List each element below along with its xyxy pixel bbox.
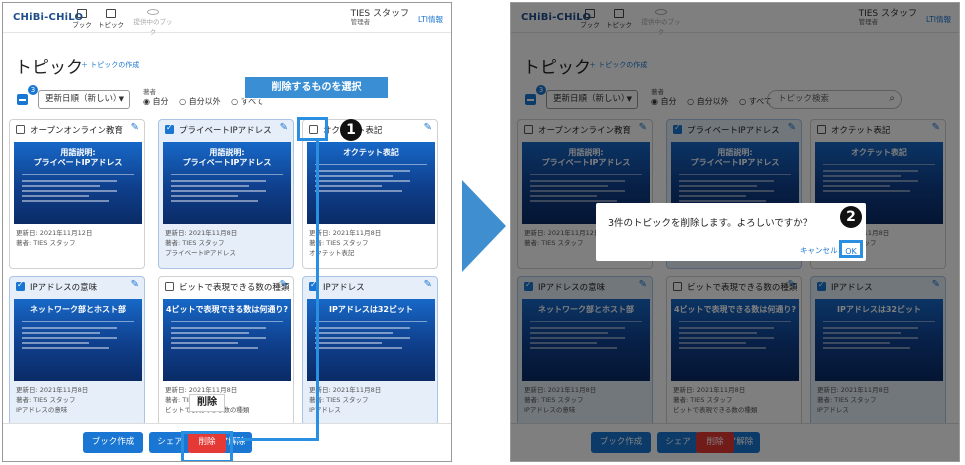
delete-callout: 削除 bbox=[189, 394, 225, 412]
card-updated: 更新日: 2021年11月8日 bbox=[165, 229, 238, 237]
radio-mine[interactable]: ◉ 自分 bbox=[143, 97, 173, 106]
radio-others[interactable]: ○ 自分以外 bbox=[179, 97, 225, 106]
confirm-dialog: 3件のトピックを削除します。よろしいですか？ キャンセル OK bbox=[596, 203, 866, 261]
card-header: IPアドレスの意味 ✎ bbox=[10, 277, 144, 297]
create-topic-link[interactable]: ＋ トピックの作成 bbox=[81, 60, 139, 70]
create-book-button[interactable]: ブック作成 bbox=[83, 432, 143, 453]
ok-button[interactable]: OK bbox=[839, 240, 863, 258]
topic-list-screen: CHiBi-CHiLO ブック トピック 提供中のブック TIES スタッフ 管理… bbox=[2, 2, 452, 462]
card-header: IPアドレス ✎ bbox=[303, 277, 437, 297]
thumbnail-title: オクテット表記 bbox=[343, 148, 399, 157]
card-updated: 更新日: 2021年11月8日 bbox=[309, 386, 382, 394]
card-checkbox[interactable] bbox=[165, 282, 174, 291]
card-subtitle: プライベートIPアドレス bbox=[165, 249, 236, 257]
card-author: 著者: TIES スタッフ bbox=[309, 239, 369, 247]
card-subtitle: オクテット表記 bbox=[309, 249, 355, 257]
step-1-marker: 1 bbox=[340, 119, 362, 141]
card-title: プライベートIPアドレス bbox=[179, 126, 272, 136]
card-author: 著者: TIES スタッフ bbox=[309, 396, 369, 404]
caret-down-icon: ▼ bbox=[118, 95, 124, 103]
card-updated: 更新日: 2021年11月8日 bbox=[16, 386, 89, 394]
app-header: CHiBi-CHiLO ブック トピック 提供中のブック TIES スタッフ管理… bbox=[3, 3, 451, 36]
select-all-checkbox[interactable] bbox=[17, 94, 28, 105]
delete-confirm-screen: CHiBi-CHiLO ブック トピック 提供中のブック TIES スタッフ管理… bbox=[510, 2, 960, 462]
thumbnail-lines bbox=[22, 321, 134, 349]
thumbnail-title: 4ビットで表現できる数は何通り? bbox=[165, 305, 289, 314]
topic-icon bbox=[106, 9, 116, 18]
card-title: IPアドレスの意味 bbox=[30, 283, 98, 293]
card-meta: 更新日: 2021年11月12日著者: TIES スタッフ bbox=[16, 228, 92, 248]
card-thumbnail: ネットワーク部とホスト部 bbox=[14, 299, 142, 381]
edit-pencil-icon[interactable]: ✎ bbox=[280, 279, 288, 290]
dialog-message: 3件のトピックを削除します。よろしいですか？ bbox=[608, 218, 813, 229]
topic-card[interactable]: ビットで表現できる数の種類✎4ビットで表現できる数は何通り?更新日: 2021年… bbox=[158, 276, 294, 426]
book-icon bbox=[77, 9, 87, 18]
delete-highlight bbox=[181, 431, 233, 461]
card-header: プライベートIPアドレス ✎ bbox=[159, 120, 293, 140]
card-author: 著者: TIES スタッフ bbox=[165, 239, 225, 247]
topic-card[interactable]: IPアドレス ✎ IPアドレスは32ビット更新日: 2021年11月8日著者: TI… bbox=[302, 276, 438, 426]
author-label: 著者 bbox=[143, 88, 156, 96]
edit-pencil-icon[interactable]: ✎ bbox=[131, 279, 139, 290]
card-header: オープンオンライン教育 ✎ bbox=[10, 120, 144, 140]
card-checkbox[interactable] bbox=[16, 125, 25, 134]
edit-pencil-icon[interactable]: ✎ bbox=[424, 122, 432, 133]
thumbnail-lines bbox=[22, 174, 134, 202]
card-meta: 更新日: 2021年11月8日著者: TIES スタッフ IPアドレス bbox=[309, 385, 381, 415]
thumbnail-title: IPアドレスは32ビット bbox=[329, 305, 413, 314]
topic-card[interactable]: オープンオンライン教育 ✎ 用語説明: プライベートIPアドレス更新日: 2021年… bbox=[9, 119, 145, 269]
card-author: 著者: TIES スタッフ bbox=[16, 239, 76, 247]
checkbox-highlight bbox=[297, 117, 328, 141]
topic-card[interactable]: プライベートIPアドレス ✎ 用語説明: プライベートIPアドレス更新日: 2021… bbox=[158, 119, 294, 269]
card-author: 著者: TIES スタッフ bbox=[16, 396, 76, 404]
card-meta: 更新日: 2021年11月8日著者: TIES スタッフプライベートIPアドレス bbox=[165, 228, 237, 258]
plus-icon: ＋ bbox=[81, 61, 91, 69]
card-title: IPアドレス bbox=[323, 283, 365, 293]
nav-provided-books[interactable]: 提供中のブック bbox=[131, 9, 175, 36]
thumbnail-title: ネットワーク部とホスト部 bbox=[30, 305, 126, 314]
card-meta: 更新日: 2021年11月8日著者: TIES スタッフ IPアドレスの意味 bbox=[16, 385, 88, 415]
card-meta: 更新日: 2021年11月8日著者: TIES スタッフオクテット表記 bbox=[309, 228, 381, 258]
thumbnail-lines bbox=[315, 321, 427, 349]
card-updated: 更新日: 2021年11月12日 bbox=[16, 229, 93, 237]
nav-book[interactable]: ブック bbox=[67, 9, 97, 29]
thumbnail-lines bbox=[315, 164, 427, 192]
sort-select[interactable]: 更新日順（新しい）▼ bbox=[38, 90, 130, 109]
card-thumbnail: IPアドレスは32ビット bbox=[307, 299, 435, 381]
card-subtitle: IPアドレス bbox=[309, 406, 341, 414]
topic-card[interactable]: オクテット表記✎オクテット表記更新日: 2021年11月8日著者: TIES ス… bbox=[302, 119, 438, 269]
lti-info-link[interactable]: LTI情報 bbox=[418, 14, 443, 25]
card-thumbnail: 用語説明: プライベートIPアドレス bbox=[163, 142, 291, 224]
cancel-button[interactable]: キャンセル bbox=[800, 245, 838, 256]
thumbnail-title: 用語説明: プライベートIPアドレス bbox=[182, 148, 272, 167]
select-callout: 削除するものを選択 bbox=[244, 76, 389, 99]
thumbnail-lines bbox=[171, 321, 283, 349]
step-2-marker: 2 bbox=[840, 206, 862, 228]
link-icon bbox=[147, 9, 159, 15]
card-title: ビットで表現できる数の種類 bbox=[179, 283, 290, 293]
nav-topic[interactable]: トピック bbox=[96, 9, 126, 29]
topic-card[interactable]: IPアドレスの意味 ✎ ネットワーク部とホスト部更新日: 2021年11月8日著者:… bbox=[9, 276, 145, 426]
card-thumbnail: 4ビットで表現できる数は何通り? bbox=[163, 299, 291, 381]
thumbnail-title: 用語説明: プライベートIPアドレス bbox=[33, 148, 123, 167]
card-thumbnail: 用語説明: プライベートIPアドレス bbox=[14, 142, 142, 224]
card-subtitle: IPアドレスの意味 bbox=[16, 406, 68, 414]
edit-pencil-icon[interactable]: ✎ bbox=[131, 122, 139, 133]
card-checkbox[interactable] bbox=[16, 280, 25, 291]
selected-count-badge: 3 bbox=[28, 85, 38, 95]
page-title: トピック bbox=[15, 58, 83, 78]
card-header: ビットで表現できる数の種類✎ bbox=[159, 277, 293, 297]
flow-arrow-icon bbox=[462, 180, 506, 272]
card-title: オープンオンライン教育 bbox=[30, 126, 123, 136]
edit-pencil-icon[interactable]: ✎ bbox=[280, 122, 288, 133]
connector-line bbox=[235, 438, 319, 441]
edit-pencil-icon[interactable]: ✎ bbox=[424, 279, 432, 290]
card-thumbnail: オクテット表記 bbox=[307, 142, 435, 224]
card-checkbox[interactable] bbox=[165, 123, 174, 134]
card-updated: 更新日: 2021年11月8日 bbox=[309, 229, 382, 237]
user-info: TIES スタッフ管理者 bbox=[350, 9, 409, 27]
thumbnail-lines bbox=[171, 174, 283, 202]
connector-line bbox=[316, 141, 319, 438]
